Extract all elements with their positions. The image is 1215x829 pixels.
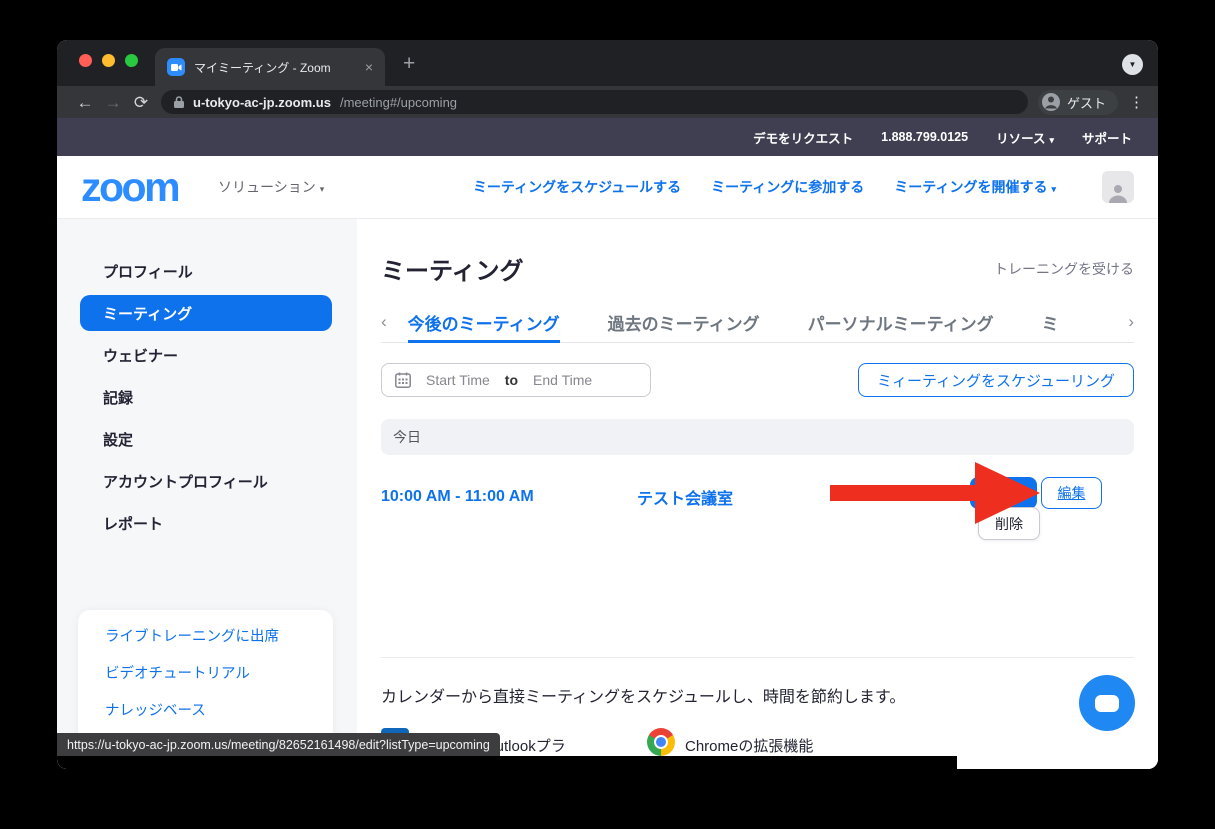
- sidebar: プロフィール ミーティング ウェビナー 記録 設定 アカウントプロフィール レポ…: [57, 219, 357, 769]
- date-range-picker[interactable]: Start Time to End Time: [381, 363, 651, 397]
- zoom-topbar: デモをリクエスト 1.888.799.0125 リソース▾ サポート: [57, 118, 1158, 156]
- solutions-menu[interactable]: ソリューション▾: [218, 177, 324, 197]
- forward-icon[interactable]: →: [99, 94, 127, 111]
- address-bar[interactable]: u-tokyo-ac-jp.zoom.us/meeting#/upcoming: [161, 90, 1028, 114]
- speech-bubble-icon: [1095, 695, 1119, 712]
- url-path: /meeting#/upcoming: [340, 95, 457, 110]
- attend-live-training-link[interactable]: ライブトレーニングに出席: [105, 627, 333, 647]
- phone-number: 1.888.799.0125: [881, 130, 968, 144]
- chrome-icon: [647, 728, 675, 756]
- browser-menu-icon[interactable]: ⋮: [1129, 93, 1144, 111]
- guest-label: ゲスト: [1067, 93, 1106, 112]
- request-demo-link[interactable]: デモをリクエスト: [753, 128, 853, 147]
- end-time-field[interactable]: End Time: [533, 372, 592, 388]
- schedule-meeting-button[interactable]: ミィーティングをスケジューリング: [858, 363, 1134, 397]
- get-training-link[interactable]: トレーニングを受ける: [994, 259, 1134, 279]
- support-link[interactable]: サポート: [1082, 128, 1132, 147]
- sidebar-item-meetings[interactable]: ミーティング: [80, 295, 332, 331]
- chrome-extension-item[interactable]: Chromeの拡張機能: [647, 728, 813, 757]
- join-meeting-link[interactable]: ミーティングに参加する: [711, 177, 864, 197]
- knowledge-base-link[interactable]: ナレッジベース: [105, 701, 333, 721]
- zoom-window-icon[interactable]: [125, 54, 138, 67]
- video-tutorials-link[interactable]: ビデオチュートリアル: [105, 664, 333, 684]
- host-meeting-menu[interactable]: ミーティングを開催する▾: [894, 177, 1056, 197]
- schedule-meeting-link[interactable]: ミーティングをスケジュールする: [473, 177, 681, 197]
- browser-profile-button[interactable]: ゲスト: [1038, 90, 1118, 115]
- meeting-time: 10:00 AM - 11:00 AM: [381, 488, 637, 506]
- browser-toolbar: ← → ⟳ u-tokyo-ac-jp.zoom.us/meeting#/upc…: [57, 86, 1158, 118]
- tab-search-icon[interactable]: ▼: [1122, 54, 1143, 75]
- close-window-icon[interactable]: [79, 54, 92, 67]
- meeting-topic-link[interactable]: テスト会議室: [637, 485, 733, 509]
- to-label: to: [505, 372, 518, 388]
- url-host: u-tokyo-ac-jp.zoom.us: [193, 95, 331, 110]
- calendar-promo-text: カレンダーから直接ミーティングをスケジュールし、時間を節約します。: [381, 688, 1134, 708]
- zoom-logo[interactable]: zoom: [81, 169, 178, 206]
- guest-avatar-icon: [1041, 92, 1061, 112]
- meeting-tabs: ‹ 今後のミーティング 過去のミーティング パーソナルミーティング ミ ›: [381, 302, 1134, 343]
- tab-title: マイミーティング - Zoom: [194, 59, 356, 76]
- caret-down-icon: ▾: [320, 184, 325, 194]
- site-header: zoom ソリューション▾ ミーティングをスケジュールする ミーティングに参加す…: [57, 156, 1158, 219]
- traffic-lights: [79, 54, 138, 67]
- section-divider: [381, 657, 1134, 658]
- bottom-cutoff: [57, 756, 957, 769]
- start-time-field[interactable]: Start Time: [426, 372, 490, 388]
- user-avatar[interactable]: [1102, 171, 1134, 203]
- tab-previous-meetings[interactable]: 過去のミーティング: [608, 302, 760, 343]
- calendar-icon: [395, 372, 411, 388]
- caret-down-icon: ▾: [1049, 135, 1054, 145]
- sidebar-item-profile[interactable]: プロフィール: [57, 250, 357, 292]
- red-arrow-annotation: [827, 458, 1042, 528]
- zoom-favicon-icon: [167, 58, 185, 76]
- minimize-window-icon[interactable]: [102, 54, 115, 67]
- caret-down-icon: ▾: [1051, 184, 1056, 194]
- sidebar-item-webinars[interactable]: ウェビナー: [57, 334, 357, 376]
- tab-truncated[interactable]: ミ: [1042, 302, 1059, 343]
- header-links: ミーティングをスケジュールする ミーティングに参加する ミーティングを開催する▾: [473, 171, 1134, 203]
- new-tab-button[interactable]: +: [403, 52, 415, 76]
- person-icon: [1107, 181, 1129, 203]
- back-icon[interactable]: ←: [71, 94, 99, 111]
- status-bar-url: https://u-tokyo-ac-jp.zoom.us/meeting/82…: [57, 733, 500, 756]
- sidebar-item-settings[interactable]: 設定: [57, 418, 357, 460]
- edit-button[interactable]: 編集: [1041, 477, 1102, 509]
- sidebar-item-account-profile[interactable]: アカウントプロフィール: [57, 460, 357, 502]
- tab-personal-meetings[interactable]: パーソナルミーティング: [808, 302, 994, 343]
- tab-close-icon[interactable]: ×: [365, 60, 373, 74]
- tab-upcoming-meetings[interactable]: 今後のミーティング: [408, 302, 560, 343]
- chrome-extension-label: Chromeの拡張機能: [685, 736, 813, 757]
- today-group-header: 今日: [381, 419, 1134, 455]
- sidebar-item-recordings[interactable]: 記録: [57, 376, 357, 418]
- resources-menu[interactable]: リソース▾: [996, 128, 1054, 147]
- chat-support-button[interactable]: [1079, 675, 1135, 731]
- reload-icon[interactable]: ⟳: [127, 94, 155, 111]
- page-title: ミーティング: [381, 251, 524, 286]
- tabs-scroll-right-icon[interactable]: ›: [1128, 312, 1134, 332]
- browser-tabbar: マイミーティング - Zoom × + ▼: [57, 40, 1158, 86]
- sidebar-item-reports[interactable]: レポート: [57, 502, 357, 544]
- browser-window: マイミーティング - Zoom × + ▼ ← → ⟳ u-tokyo-ac-j…: [57, 40, 1158, 769]
- tabs-scroll-left-icon[interactable]: ‹: [381, 312, 387, 332]
- browser-tab[interactable]: マイミーティング - Zoom ×: [155, 48, 385, 86]
- lock-icon: [174, 96, 184, 108]
